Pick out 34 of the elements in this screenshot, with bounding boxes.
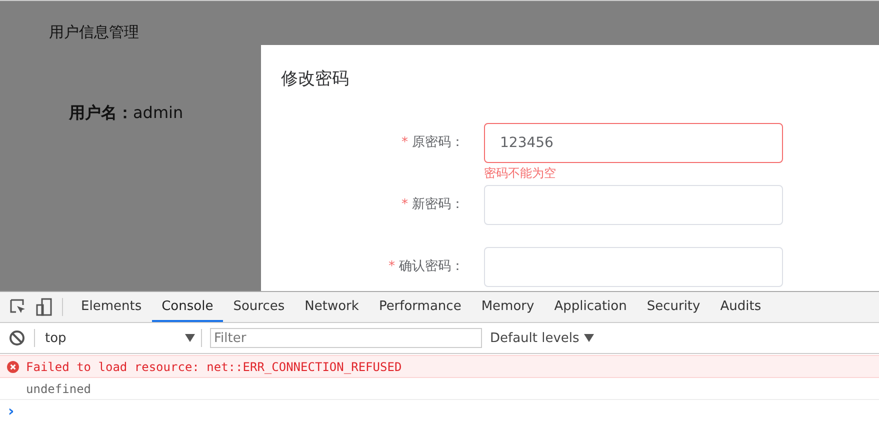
- username-label: 用户名：: [69, 103, 133, 124]
- devtools-tab[interactable]: Performance: [368, 292, 472, 322]
- context-select[interactable]: top: [43, 330, 199, 346]
- devtools-tab[interactable]: Application: [544, 292, 637, 322]
- dropdown-icon: [584, 334, 594, 342]
- required-mark: *: [402, 197, 408, 212]
- password-field[interactable]: [484, 247, 783, 287]
- password-field[interactable]: 123456: [484, 123, 783, 163]
- page-title: 用户信息管理: [49, 23, 139, 42]
- devtools-tab[interactable]: Sources: [223, 292, 295, 322]
- devtools-tab[interactable]: Network: [294, 292, 369, 322]
- error-message: 密码不能为空: [484, 165, 556, 182]
- dropdown-icon: [185, 334, 195, 342]
- levels-select[interactable]: Default levels: [490, 330, 594, 346]
- devtools-tab[interactable]: Security: [636, 292, 710, 322]
- console-message: Failed to load resource: net::ERR_CONNECTION_REFUSED: [26, 360, 402, 374]
- devtools-tab[interactable]: Audits: [710, 292, 772, 322]
- field-label: 原密码：: [412, 135, 464, 150]
- username-value: admin: [133, 103, 184, 124]
- password-field[interactable]: [484, 185, 783, 225]
- prompt-caret[interactable]: ›: [8, 402, 14, 420]
- field-label: 新密码：: [412, 197, 464, 212]
- required-mark: *: [388, 259, 395, 274]
- clear-console-icon[interactable]: [8, 329, 26, 347]
- required-mark: *: [402, 135, 408, 150]
- filter-field[interactable]: Filter: [210, 328, 482, 348]
- devtools-tab[interactable]: Console: [152, 292, 224, 322]
- field-label: 确认密码：: [399, 259, 464, 274]
- device-icon[interactable]: [34, 297, 54, 317]
- dialog-title: 修改密码: [281, 68, 350, 90]
- console-message: undefined: [26, 382, 92, 396]
- error-icon: [7, 360, 19, 372]
- devtools-tab[interactable]: Elements: [71, 292, 152, 322]
- devtools-tab[interactable]: Memory: [471, 292, 544, 322]
